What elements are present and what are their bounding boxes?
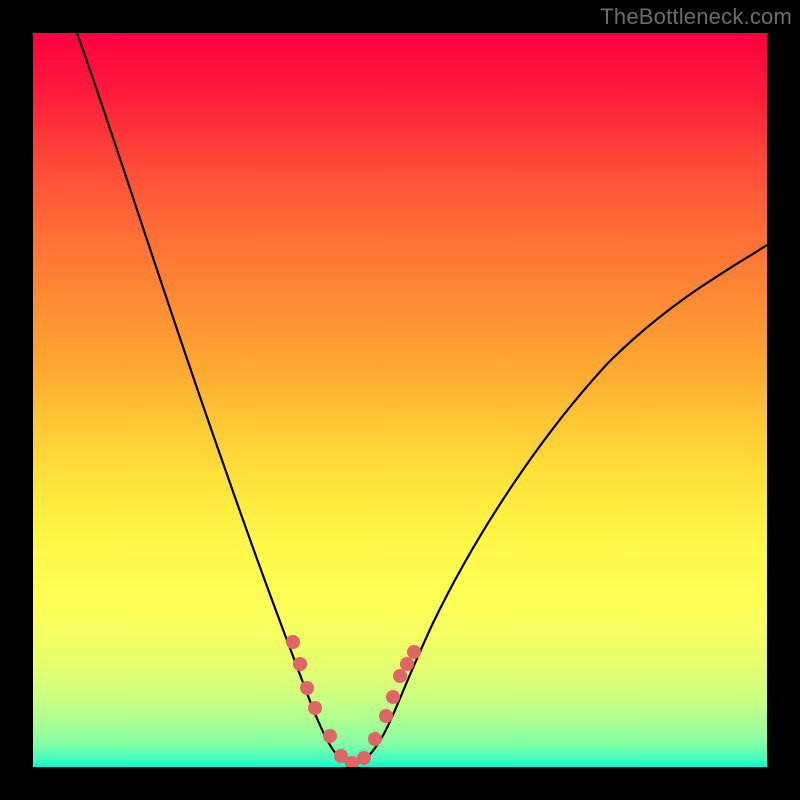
min-region-markers [286, 635, 421, 767]
bottleneck-curve-line [77, 33, 767, 764]
watermark-text: TheBottleneck.com [600, 4, 792, 30]
figure-container: TheBottleneck.com [0, 0, 800, 800]
chart-svg [33, 33, 767, 767]
